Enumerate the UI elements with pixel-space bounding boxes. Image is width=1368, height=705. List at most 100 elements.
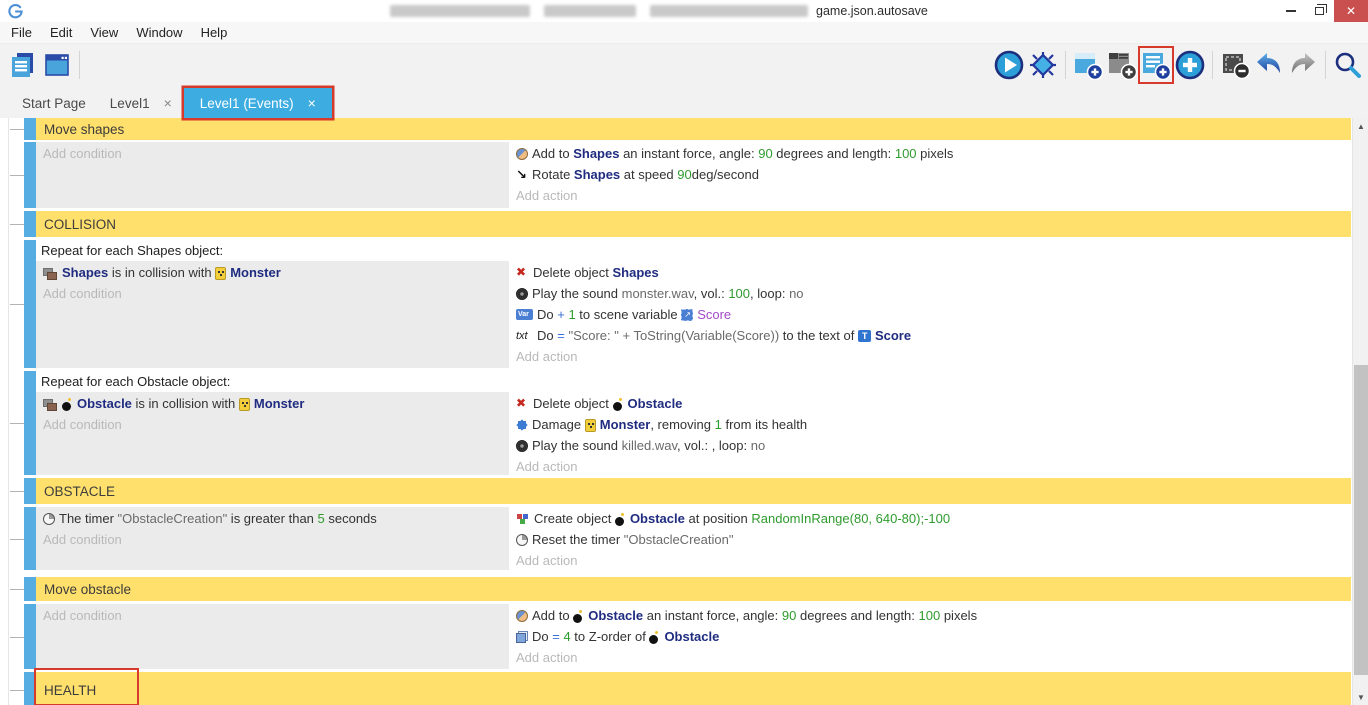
create-icon <box>516 513 530 525</box>
bomb-icon <box>649 631 660 644</box>
text-segment: 4 <box>563 629 570 644</box>
actions-cell[interactable]: Delete object ShapesPlay the sound monst… <box>511 261 1351 368</box>
start-page-button[interactable] <box>41 48 73 82</box>
text-segment: 5 <box>318 511 325 526</box>
action-line[interactable]: Do = 4 to Z-order of Obstacle <box>516 626 1343 647</box>
action-line[interactable]: Damage Monster, removing 1 from its heal… <box>516 414 1343 435</box>
add-action[interactable]: Add action <box>516 346 1343 367</box>
redacted-title-text <box>650 5 808 17</box>
action-line[interactable]: Delete object Obstacle <box>516 393 1343 414</box>
add-action[interactable]: Add action <box>516 185 1343 206</box>
repeat-event-header[interactable]: Repeat for each Shapes object: <box>36 240 1351 261</box>
add-comment-button[interactable] <box>1140 48 1172 82</box>
bomb-icon <box>615 513 626 526</box>
actions-cell[interactable]: Add to Obstacle an instant force, angle:… <box>511 604 1351 669</box>
action-line[interactable]: Do = "Score: " + ToString(Variable(Score… <box>516 325 1343 346</box>
group-header-row[interactable]: Move shapes <box>24 118 1351 140</box>
group-header-row[interactable]: HEALTH <box>24 672 1351 705</box>
undo-button[interactable] <box>1253 48 1285 82</box>
project-manager-button[interactable] <box>7 48 39 82</box>
tab-level1-events-[interactable]: Level1 (Events)× <box>184 88 332 118</box>
toolbar-right-group <box>992 48 1365 82</box>
group-header-row[interactable]: COLLISION <box>24 211 1351 237</box>
action-line[interactable]: Play the sound killed.wav, vol.: , loop:… <box>516 435 1343 456</box>
text-segment: an instant force, angle: <box>643 608 782 623</box>
event-row[interactable]: Add condition Add to Obstacle an instant … <box>24 604 1351 669</box>
delete-event-button[interactable] <box>1219 48 1251 82</box>
text-segment: Add to <box>532 608 573 623</box>
close-button[interactable]: ✕ <box>1334 0 1368 22</box>
action-line[interactable]: Reset the timer "ObstacleCreation" <box>516 529 1343 550</box>
menu-item-file[interactable]: File <box>2 22 41 44</box>
group-header-row[interactable]: Move obstacle <box>24 577 1351 601</box>
event-row[interactable]: Add condition Add to Shapes an instant fo… <box>24 142 1351 208</box>
group-header-row[interactable]: OBSTACLE <box>24 478 1351 504</box>
text-segment: 1 <box>568 307 575 322</box>
preview-button[interactable] <box>993 48 1025 82</box>
menu-item-view[interactable]: View <box>81 22 127 44</box>
action-line[interactable]: Add to Shapes an instant force, angle: 9… <box>516 143 1343 164</box>
text-segment: 1 <box>715 417 722 432</box>
add-comment-icon <box>1140 49 1172 81</box>
text-segment: Obstacle <box>630 511 685 526</box>
conditions-cell[interactable]: Obstacle is in collision with MonsterAdd… <box>36 392 509 475</box>
text-segment: = <box>557 328 568 343</box>
menu-item-edit[interactable]: Edit <box>41 22 81 44</box>
text-segment: Obstacle <box>628 396 683 411</box>
conditions-cell[interactable]: The timer "ObstacleCreation" is greater … <box>36 507 509 570</box>
redacted-title-text <box>544 5 636 17</box>
action-line[interactable]: Create object Obstacle at position Rando… <box>516 508 1343 529</box>
add-action[interactable]: Add action <box>516 550 1343 570</box>
action-line[interactable]: Delete object Shapes <box>516 262 1343 283</box>
add-action[interactable]: Add action <box>516 647 1343 668</box>
repeat-event-header[interactable]: Repeat for each Obstacle object: <box>36 371 1351 392</box>
add-condition[interactable]: Add condition <box>43 605 501 626</box>
conditions-cell[interactable]: Add condition <box>36 142 509 208</box>
action-line[interactable]: Rotate Shapes at speed 90deg/second <box>516 164 1343 185</box>
text-segment: Score <box>875 328 911 343</box>
action-line[interactable]: Add to Obstacle an instant force, angle:… <box>516 605 1343 626</box>
event-row[interactable]: The timer "ObstacleCreation" is greater … <box>24 507 1351 570</box>
restore-button[interactable] <box>1305 0 1334 22</box>
add-action[interactable]: Add action <box>516 456 1343 475</box>
action-line[interactable]: Do + 1 to scene variable Score <box>516 304 1343 325</box>
redo-button[interactable] <box>1287 48 1319 82</box>
action-line[interactable]: Play the sound monster.wav, vol.: 100, l… <box>516 283 1343 304</box>
text-segment: from its health <box>722 417 807 432</box>
minimize-button[interactable] <box>1276 0 1305 22</box>
event-row[interactable]: Repeat for each Obstacle object:Obstacle… <box>24 371 1351 475</box>
scroll-up-arrow[interactable]: ▲ <box>1353 118 1368 134</box>
tab-level1[interactable]: Level1× <box>98 88 184 118</box>
condition-line[interactable]: Obstacle is in collision with Monster <box>43 393 501 414</box>
actions-cell[interactable]: Add to Shapes an instant force, angle: 9… <box>511 142 1351 208</box>
scrollbar-thumb[interactable] <box>1354 365 1368 675</box>
add-condition[interactable]: Add condition <box>43 143 501 164</box>
tab-close-icon[interactable]: × <box>308 95 316 111</box>
condition-line[interactable]: The timer "ObstacleCreation" is greater … <box>43 508 501 529</box>
text-segment: Obstacle <box>77 396 132 411</box>
conditions-cell[interactable]: Shapes is in collision with MonsterAdd c… <box>36 261 509 368</box>
actions-cell[interactable]: Delete object ObstacleDamage Monster, re… <box>511 392 1351 475</box>
text-segment: pixels <box>917 146 954 161</box>
conditions-cell[interactable]: Add condition <box>36 604 509 669</box>
menu-item-window[interactable]: Window <box>127 22 191 44</box>
add-other-button[interactable] <box>1174 48 1206 82</box>
event-row[interactable]: Repeat for each Shapes object:Shapes is … <box>24 240 1351 368</box>
add-sub-event-button[interactable] <box>1106 48 1138 82</box>
text-segment: + <box>557 307 568 322</box>
tab-close-icon[interactable]: × <box>164 95 172 111</box>
tab-start-page[interactable]: Start Page <box>10 88 98 118</box>
text-segment: to scene variable <box>576 307 682 322</box>
scroll-down-arrow[interactable]: ▼ <box>1353 689 1368 705</box>
add-condition[interactable]: Add condition <box>43 283 501 304</box>
text-segment: "ObstacleCreation" <box>624 532 734 547</box>
condition-line[interactable]: Shapes is in collision with Monster <box>43 262 501 283</box>
add-event-button[interactable] <box>1072 48 1104 82</box>
debug-button[interactable] <box>1027 48 1059 82</box>
add-condition[interactable]: Add condition <box>43 529 501 550</box>
vertical-scrollbar[interactable]: ▲ ▼ <box>1352 118 1368 705</box>
add-condition[interactable]: Add condition <box>43 414 501 435</box>
actions-cell[interactable]: Create object Obstacle at position Rando… <box>511 507 1351 570</box>
menu-item-help[interactable]: Help <box>192 22 237 44</box>
search-button[interactable] <box>1332 48 1364 82</box>
